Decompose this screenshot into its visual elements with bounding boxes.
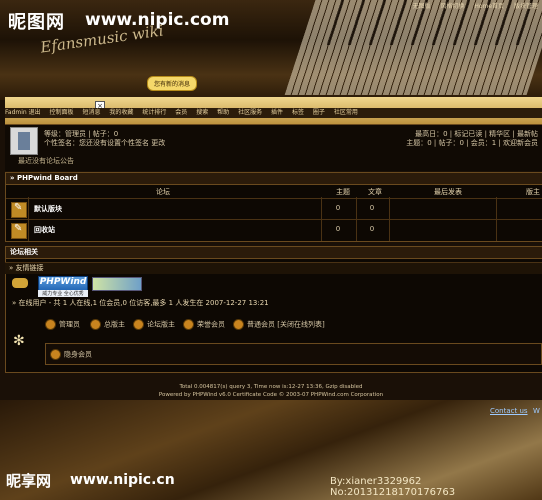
contact-link[interactable]: Contact us: [490, 407, 528, 415]
nav-item-circles[interactable]: 圈子: [313, 109, 325, 116]
forum-related-title: 论坛相关: [6, 247, 542, 259]
partner-logo-link[interactable]: [92, 277, 142, 291]
group-normal[interactable]: 普通会员 [关闭在线列表]: [233, 319, 325, 330]
user-face-icon: [133, 319, 144, 330]
nav-item-stats[interactable]: 统计排行: [142, 109, 166, 116]
forum-icon: [11, 223, 27, 239]
watermark-bottom-url: www.nipic.cn: [70, 472, 175, 488]
group-admin[interactable]: 管理员: [45, 319, 80, 330]
nav-item-messages[interactable]: 短消息: [82, 109, 100, 116]
post-count: 0: [369, 225, 375, 233]
friend-links-header: » 友情链接: [5, 262, 542, 274]
nav-item-plugins[interactable]: 插件: [271, 109, 283, 116]
top-links: 无图版 风格切换 Home首页 版块管理: [404, 1, 538, 10]
post-count: 0: [369, 204, 375, 212]
column-moderator: 版主: [526, 188, 540, 196]
column-posts: 文章: [368, 188, 382, 196]
nav-item-favorites[interactable]: 我的收藏: [109, 109, 133, 116]
top-link-home[interactable]: Home首页: [474, 3, 504, 10]
hidden-member[interactable]: 隐身会员: [50, 349, 92, 360]
column-forum: 论坛: [156, 188, 170, 196]
wap-link[interactable]: W: [533, 407, 540, 415]
board-section-title[interactable]: » PHPwind Board: [6, 173, 542, 185]
top-link-style-switch[interactable]: 风格切换: [440, 3, 464, 10]
announcement[interactable]: 最近没有论坛公告: [18, 156, 74, 166]
topic-count: 0: [335, 204, 341, 212]
avatar[interactable]: [10, 127, 38, 155]
user-face-icon: [50, 349, 61, 360]
top-link-no-image[interactable]: 无图版: [412, 3, 430, 10]
flower-icon: ✻: [13, 333, 25, 349]
online-users-line: » 在线用户 - 共 1 人在线,1 位会员,0 位访客,最多 1 人发生在 2…: [12, 299, 269, 307]
user-signature[interactable]: 个性签名：您还没有设置个性签名 更改: [44, 138, 165, 148]
nav-item-control-panel[interactable]: 控制面板: [50, 109, 74, 116]
nav-item-services[interactable]: 社区服务: [238, 109, 262, 116]
forum-stats: 主题：0 | 帖子：0 | 会员：1 | 欢迎新会员: [406, 139, 538, 147]
table-row: 默认版块 0 0: [6, 198, 542, 219]
phpwind-logo-tagline: 威力专业 全心优秀: [38, 290, 88, 297]
user-face-icon: [183, 319, 194, 330]
user-face-icon: [45, 319, 56, 330]
nav-item-tags[interactable]: 标签: [292, 109, 304, 116]
topic-count: 0: [335, 225, 341, 233]
user-face-icon: [90, 319, 101, 330]
watermark-bottom-id: By:xianer3329962 No:20131218170176763: [330, 476, 456, 498]
nav-item-help[interactable]: 帮助: [217, 109, 229, 116]
forum-icon: [11, 202, 27, 218]
group-super-mod[interactable]: 总版主: [90, 319, 125, 330]
user-face-icon: [233, 319, 244, 330]
column-topics: 主题: [336, 188, 350, 196]
forum-name[interactable]: 回收站: [34, 225, 55, 235]
nav-item-common[interactable]: 社区常用: [334, 109, 358, 116]
forum-name[interactable]: 默认版块: [34, 204, 62, 214]
footer-powered-by: Powered by PHPWind v6.0 Certificate Code…: [158, 392, 384, 398]
watermark-logo: 昵图网: [8, 12, 65, 33]
watermark-bottom-logo: 昵享网: [6, 472, 52, 490]
top-link-forum-admin[interactable]: 版块管理: [514, 3, 538, 10]
new-message-bubble[interactable]: 您有新的消息: [147, 76, 198, 91]
handshake-icon: [12, 278, 28, 288]
main-nav: Fadmin 退出 控制面板 短消息 我的收藏 统计排行 会员 搜索 帮助 社区…: [5, 108, 542, 118]
nav-item-members[interactable]: 会员: [175, 109, 187, 116]
hidden-members-box: 隐身会员: [45, 343, 542, 365]
table-row: 回收站 0 0: [6, 219, 542, 240]
nav-item-logout[interactable]: Fadmin 退出: [5, 109, 41, 116]
board-table: » PHPwind Board 论坛 主题 文章 最后发表 版主 默认版块 0 …: [5, 172, 542, 242]
nav-item-search[interactable]: 搜索: [196, 109, 208, 116]
group-forum-mod[interactable]: 论坛版主: [133, 319, 175, 330]
group-honor[interactable]: 荣誉会员: [183, 319, 225, 330]
column-last-post: 最后发表: [434, 188, 462, 196]
footer-query-info: Total 0.004817(s) query 3, Time now is:1…: [179, 384, 363, 390]
